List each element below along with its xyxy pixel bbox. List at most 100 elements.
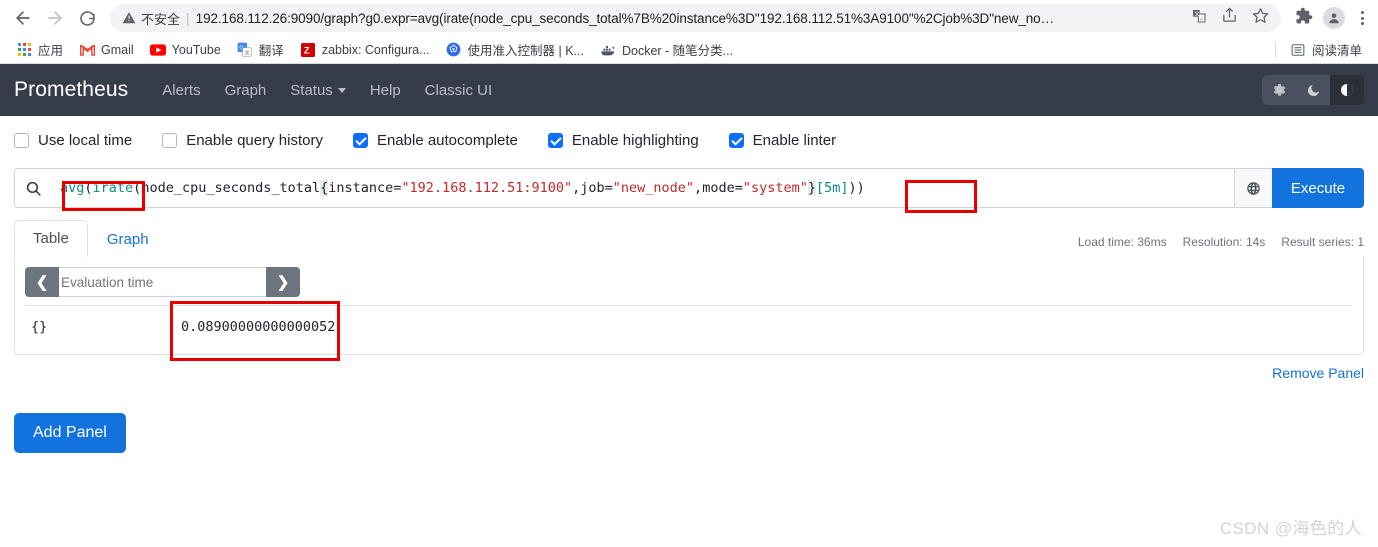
checkbox-enable-query-history[interactable] <box>162 132 178 148</box>
omnibox-divider: | <box>186 10 190 26</box>
chevron-right-icon[interactable]: ❯ <box>266 267 300 297</box>
toolbar-right <box>1289 7 1370 30</box>
nav-status[interactable]: Status <box>278 82 358 99</box>
bookmark-kubernetes[interactable]: 使用准入控制器 | K... <box>438 37 592 62</box>
option-enable-query-history[interactable]: Enable query history <box>162 132 323 149</box>
add-panel-button[interactable]: Add Panel <box>14 413 126 453</box>
bookmarks-divider <box>1274 41 1276 58</box>
query-token-comma1: , <box>572 180 581 196</box>
profile-avatar[interactable] <box>1323 7 1345 29</box>
prometheus-brand[interactable]: Prometheus <box>14 78 128 102</box>
youtube-icon <box>149 42 166 58</box>
option-enable-autocomplete[interactable]: Enable autocomplete <box>352 131 518 149</box>
apps-grid-icon <box>16 42 32 58</box>
query-token-irate: irate <box>92 180 134 196</box>
bookmark-gmail[interactable]: Gmail <box>71 39 142 61</box>
reading-list-icon <box>1290 42 1306 58</box>
google-translate-icon: G文 <box>237 42 253 58</box>
moon-icon[interactable] <box>1296 75 1330 105</box>
back-button[interactable] <box>8 3 38 33</box>
query-token-brace-close: } <box>807 180 816 196</box>
chevron-down-icon <box>337 87 346 93</box>
search-icon[interactable] <box>14 168 52 208</box>
stat-load-time: Load time: 36ms <box>1077 235 1167 249</box>
checkbox-enable-autocomplete[interactable] <box>352 132 368 148</box>
gear-icon[interactable] <box>1262 75 1296 105</box>
evaluation-time-control: ❮ ❯ <box>25 267 300 297</box>
bookmark-docker[interactable]: Docker - 随笔分类... <box>592 37 741 62</box>
csdn-watermark: CSDN @海色的人 <box>1219 519 1362 538</box>
checkbox-enable-highlighting[interactable] <box>547 132 563 148</box>
chevron-left-icon[interactable]: ❮ <box>25 267 59 297</box>
query-token-string-job: "new_node" <box>612 180 695 196</box>
option-enable-highlighting[interactable]: Enable highlighting <box>547 132 699 149</box>
prometheus-navbar: Prometheus Alerts Graph Status Help Clas… <box>0 64 1378 116</box>
bookmark-label: YouTube <box>171 42 221 57</box>
table-row[interactable]: {} 0.08900000000000052 <box>25 305 1353 348</box>
option-label: Enable linter <box>752 131 837 149</box>
query-token-comma2: , <box>694 180 703 196</box>
bookmark-youtube[interactable]: YouTube <box>142 39 229 61</box>
result-table: {} 0.08900000000000052 <box>25 305 1353 348</box>
result-value: 0.08900000000000052 <box>175 305 1353 348</box>
result-tabs: Table Graph Load time: 36ms Resolution: … <box>14 220 1364 257</box>
url-text: 192.168.112.26:9090/graph?g0.expr=avg(ir… <box>195 10 1054 26</box>
docker-icon <box>600 42 616 58</box>
share-icon[interactable] <box>1221 7 1238 29</box>
kubernetes-icon <box>446 42 462 58</box>
option-label: Enable autocomplete <box>376 131 518 149</box>
svg-text:文: 文 <box>245 50 250 57</box>
nav-graph-label: Graph <box>224 81 267 99</box>
execute-button[interactable]: Execute <box>1272 168 1364 208</box>
nav-classic-ui[interactable]: Classic UI <box>413 82 505 99</box>
bookmark-apps[interactable]: 应用 <box>8 37 71 62</box>
option-label: Use local time <box>38 131 133 149</box>
globe-icon[interactable] <box>1234 168 1272 208</box>
forward-button[interactable] <box>40 3 70 33</box>
reload-button[interactable] <box>72 3 102 33</box>
browser-menu-icon[interactable] <box>1355 11 1370 25</box>
nav-classic-ui-label: Classic UI <box>424 81 493 99</box>
query-token-label-job: job= <box>580 180 613 196</box>
tab-table[interactable]: Table <box>14 220 88 257</box>
checkbox-enable-linter[interactable] <box>728 132 744 148</box>
nav-graph[interactable]: Graph <box>213 82 279 99</box>
nav-status-label: Status <box>290 81 333 99</box>
evaluation-time-input[interactable] <box>59 267 266 297</box>
remove-panel-row: Remove Panel <box>14 365 1364 381</box>
extensions-icon[interactable] <box>1295 7 1313 30</box>
nav-alerts[interactable]: Alerts <box>150 82 212 99</box>
query-token-paren1: ( <box>84 180 93 196</box>
query-token-brace-open: { <box>320 180 329 196</box>
query-input[interactable]: avg(irate(node_cpu_seconds_total{ instan… <box>52 168 1234 208</box>
nav-help-label: Help <box>369 81 401 99</box>
gmail-icon <box>79 42 95 58</box>
option-use-local-time[interactable]: Use local time <box>14 132 132 149</box>
tab-graph[interactable]: Graph <box>88 221 168 257</box>
stat-resolution: Resolution: 14s <box>1182 235 1266 249</box>
nav-help[interactable]: Help <box>358 82 413 99</box>
bookmark-zabbix[interactable]: Z zabbix: Configura... <box>292 39 438 61</box>
bookmark-star-icon[interactable] <box>1252 7 1269 29</box>
result-metric: {} <box>25 305 175 348</box>
query-token-metric: node_cpu_seconds_total <box>141 180 321 196</box>
address-bar[interactable]: 不安全 | 192.168.112.26:9090/graph?g0.expr=… <box>110 4 1281 32</box>
bookmark-label: 翻译 <box>258 44 284 58</box>
bookmark-label: Gmail <box>101 42 134 57</box>
translate-icon[interactable]: 文A <box>1191 8 1207 29</box>
security-warning[interactable]: 不安全 <box>122 9 180 28</box>
query-token-paren2: ( <box>133 180 142 196</box>
result-panel: ❮ ❯ {} 0.08900000000000052 <box>14 257 1364 355</box>
query-token-label-instance: instance= <box>328 180 402 196</box>
omnibox-icons: 文A <box>1191 7 1269 29</box>
bookmarks-bar: 应用 Gmail YouTube G文 翻译 Z zabbix: Configu… <box>0 36 1378 64</box>
query-token-close-parens: )) <box>848 180 865 196</box>
query-bar: avg(irate(node_cpu_seconds_total{ instan… <box>14 168 1364 208</box>
bookmark-translate[interactable]: G文 翻译 <box>229 37 292 62</box>
remove-panel-button[interactable]: Remove Panel <box>1272 365 1364 381</box>
option-enable-linter[interactable]: Enable linter <box>728 131 837 149</box>
option-label: Enable query history <box>186 131 323 149</box>
reading-list-button[interactable]: 阅读清单 <box>1282 37 1370 62</box>
checkbox-use-local-time[interactable] <box>14 132 29 148</box>
half-circle-icon[interactable] <box>1330 75 1364 105</box>
